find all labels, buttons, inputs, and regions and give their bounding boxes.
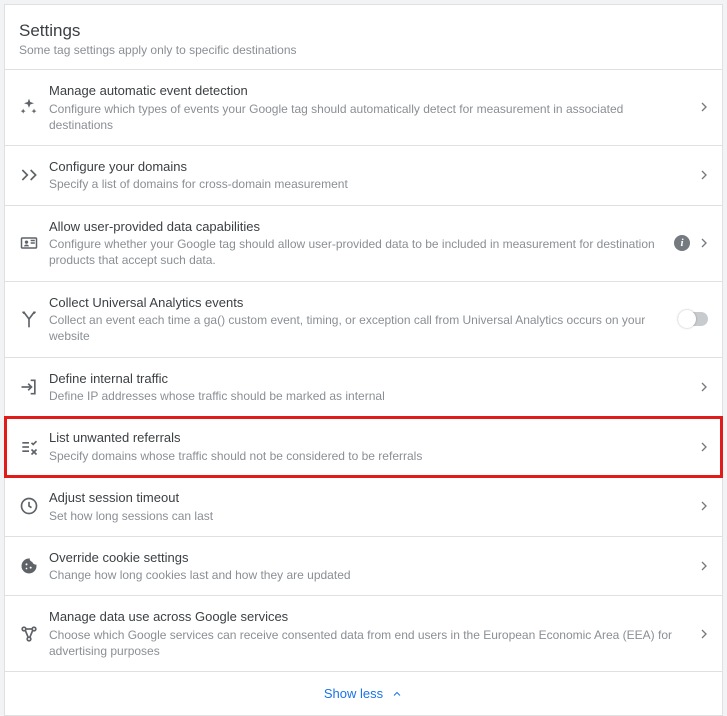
row-desc: Specify a list of domains for cross-doma… bbox=[49, 176, 690, 192]
checklist-icon bbox=[13, 437, 45, 457]
settings-header: Settings Some tag settings apply only to… bbox=[5, 5, 722, 70]
merge-arrows-icon bbox=[13, 165, 45, 185]
chevron-right-icon bbox=[696, 558, 712, 574]
page-title: Settings bbox=[19, 21, 708, 41]
settings-panel: Settings Some tag settings apply only to… bbox=[4, 4, 723, 716]
sparkle-icon bbox=[13, 97, 45, 117]
row-title: Allow user-provided data capabilities bbox=[49, 218, 668, 236]
row-desc: Configure whether your Google tag should… bbox=[49, 236, 668, 268]
row-title: List unwanted referrals bbox=[49, 429, 690, 447]
page-subtitle: Some tag settings apply only to specific… bbox=[19, 43, 708, 57]
row-override-cookie-settings[interactable]: Override cookie settings Change how long… bbox=[5, 537, 722, 597]
incoming-arrow-icon bbox=[13, 377, 45, 397]
row-adjust-session-timeout[interactable]: Adjust session timeout Set how long sess… bbox=[5, 477, 722, 537]
chevron-right-icon bbox=[696, 235, 712, 251]
chevron-right-icon bbox=[696, 379, 712, 395]
row-desc: Choose which Google services can receive… bbox=[49, 627, 690, 659]
chevron-up-icon bbox=[391, 688, 403, 700]
row-desc: Specify domains whose traffic should not… bbox=[49, 448, 690, 464]
id-card-icon bbox=[13, 233, 45, 253]
chevron-right-icon bbox=[696, 167, 712, 183]
show-less-button[interactable]: Show less bbox=[5, 672, 722, 715]
show-less-label: Show less bbox=[324, 686, 383, 701]
row-title: Define internal traffic bbox=[49, 370, 690, 388]
row-title: Adjust session timeout bbox=[49, 489, 690, 507]
row-title: Collect Universal Analytics events bbox=[49, 294, 672, 312]
chevron-right-icon bbox=[696, 626, 712, 642]
chevron-right-icon bbox=[696, 99, 712, 115]
clock-icon bbox=[13, 496, 45, 516]
row-define-internal-traffic[interactable]: Define internal traffic Define IP addres… bbox=[5, 358, 722, 418]
split-arrows-icon bbox=[13, 309, 45, 329]
row-manage-automatic-event-detection[interactable]: Manage automatic event detection Configu… bbox=[5, 70, 722, 146]
network-nodes-icon bbox=[13, 624, 45, 644]
row-desc: Collect an event each time a ga() custom… bbox=[49, 312, 672, 344]
cookie-icon bbox=[13, 556, 45, 576]
row-desc: Change how long cookies last and how the… bbox=[49, 567, 690, 583]
row-allow-user-provided-data[interactable]: Allow user-provided data capabilities Co… bbox=[5, 206, 722, 282]
row-desc: Set how long sessions can last bbox=[49, 508, 690, 524]
row-title: Configure your domains bbox=[49, 158, 690, 176]
chevron-right-icon bbox=[696, 439, 712, 455]
row-title: Manage automatic event detection bbox=[49, 82, 690, 100]
row-collect-universal-analytics-events[interactable]: Collect Universal Analytics events Colle… bbox=[5, 282, 722, 358]
row-title: Manage data use across Google services bbox=[49, 608, 690, 626]
row-desc: Configure which types of events your Goo… bbox=[49, 101, 690, 133]
row-desc: Define IP addresses whose traffic should… bbox=[49, 388, 690, 404]
row-list-unwanted-referrals[interactable]: List unwanted referrals Specify domains … bbox=[5, 417, 722, 477]
row-title: Override cookie settings bbox=[49, 549, 690, 567]
row-configure-your-domains[interactable]: Configure your domains Specify a list of… bbox=[5, 146, 722, 206]
row-manage-data-use-google-services[interactable]: Manage data use across Google services C… bbox=[5, 596, 722, 672]
chevron-right-icon bbox=[696, 498, 712, 514]
ua-events-toggle[interactable] bbox=[678, 312, 708, 326]
info-icon[interactable]: i bbox=[674, 235, 690, 251]
